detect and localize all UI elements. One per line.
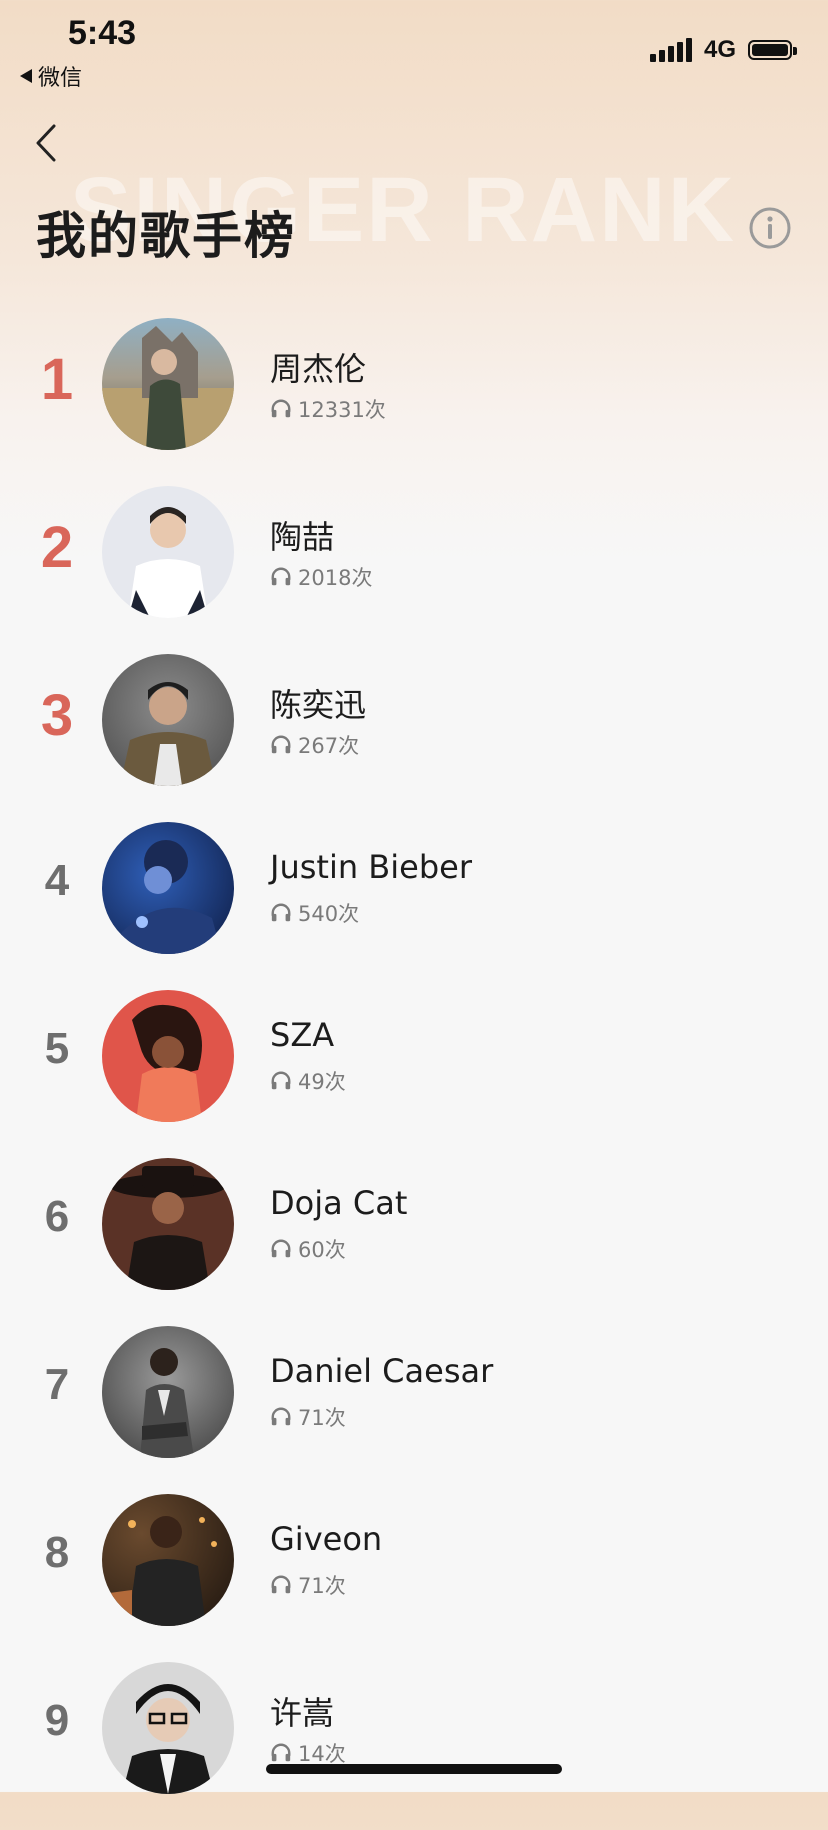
back-button[interactable]	[28, 118, 68, 168]
singer-name: Daniel Caesar	[270, 1352, 494, 1390]
singer-avatar	[102, 486, 234, 618]
singer-avatar	[102, 318, 234, 450]
play-count-text: 60次	[298, 1238, 346, 1262]
singer-avatar	[102, 1494, 234, 1626]
play-count-text: 49次	[298, 1070, 346, 1094]
singer-avatar	[102, 822, 234, 954]
home-indicator[interactable]	[266, 1764, 562, 1774]
back-triangle-icon	[20, 69, 32, 83]
singer-name: Doja Cat	[270, 1184, 408, 1222]
network-type: 4G	[703, 36, 736, 63]
singer-name: SZA	[270, 1016, 335, 1054]
play-count: 71次	[270, 1402, 346, 1432]
rank-number: 4	[44, 856, 70, 905]
singer-name: 周杰伦	[270, 350, 367, 388]
status-time: 5:43	[68, 14, 137, 52]
play-count: 71次	[270, 1570, 346, 1600]
singer-name: Justin Bieber	[270, 848, 472, 886]
play-count-text: 2018次	[298, 566, 373, 590]
play-count: 540次	[270, 898, 359, 928]
singer-row[interactable]: 4 Justin Bieber 540次	[0, 822, 828, 990]
info-icon	[749, 207, 791, 249]
singer-avatar	[102, 654, 234, 786]
singer-row[interactable]: 7 Daniel Caesar 71次	[0, 1326, 828, 1494]
rank-number: 5	[44, 1024, 70, 1073]
play-count-text: 71次	[298, 1574, 346, 1598]
play-count-text: 71次	[298, 1406, 346, 1430]
headphone-icon	[271, 1071, 291, 1090]
back-app-label: 微信	[38, 66, 83, 91]
singer-rank-list: 1 周杰伦 12331次 2 陶喆 2018次 3 陈奕迅 267次 4 Jus…	[0, 318, 828, 1830]
singer-row[interactable]: 6 Doja Cat 60次	[0, 1158, 828, 1326]
headphone-icon	[271, 399, 291, 418]
singer-avatar	[102, 1326, 234, 1458]
status-indicators: 4G	[649, 36, 797, 64]
headphone-icon	[271, 903, 291, 922]
play-count-text: 540次	[298, 902, 360, 926]
page-title: 我的歌手榜	[36, 207, 296, 265]
headphone-icon	[271, 1743, 291, 1762]
headphone-icon	[271, 735, 291, 754]
headphone-icon	[271, 567, 291, 586]
headphone-icon	[271, 1575, 291, 1594]
rank-number: 2	[40, 515, 74, 580]
singer-avatar	[102, 990, 234, 1122]
back-to-app-link[interactable]: 微信	[20, 60, 82, 92]
rank-number: 9	[44, 1696, 70, 1745]
rank-number: 3	[40, 683, 74, 748]
rank-number: 7	[44, 1360, 70, 1409]
headphone-icon	[271, 1239, 291, 1258]
signal-icon	[649, 38, 692, 62]
rank-number: 1	[40, 347, 74, 412]
singer-row[interactable]: 8 Giveon 71次	[0, 1494, 828, 1662]
rank-number: 8	[44, 1528, 70, 1577]
singer-row[interactable]: 5 SZA 49次	[0, 990, 828, 1158]
singer-row[interactable]: 3 陈奕迅 267次	[0, 654, 828, 822]
rank-number: 6	[44, 1192, 70, 1241]
play-count: 12331次	[270, 394, 386, 424]
play-count: 2018次	[270, 562, 372, 592]
play-count: 60次	[270, 1234, 346, 1264]
singer-name: 陈奕迅	[270, 686, 367, 724]
play-count: 267次	[270, 730, 359, 760]
singer-name: 许嵩	[270, 1694, 335, 1732]
headphone-icon	[271, 1407, 291, 1426]
play-count: 49次	[270, 1066, 346, 1096]
chevron-left-icon	[36, 124, 56, 162]
singer-name: 陶喆	[270, 518, 335, 556]
play-count-text: 267次	[298, 734, 360, 758]
battery-icon	[748, 40, 797, 60]
singer-row[interactable]: 1 周杰伦 12331次	[0, 318, 828, 486]
play-count-text: 12331次	[298, 398, 386, 422]
singer-row[interactable]: 9 许嵩 14次	[0, 1662, 828, 1830]
singer-row[interactable]: 2 陶喆 2018次	[0, 486, 828, 654]
singer-avatar	[102, 1662, 234, 1794]
status-bar: 5:43 微信 4G	[0, 0, 828, 96]
singer-avatar	[102, 1158, 234, 1290]
info-button[interactable]	[748, 206, 792, 250]
singer-name: Giveon	[270, 1520, 383, 1558]
